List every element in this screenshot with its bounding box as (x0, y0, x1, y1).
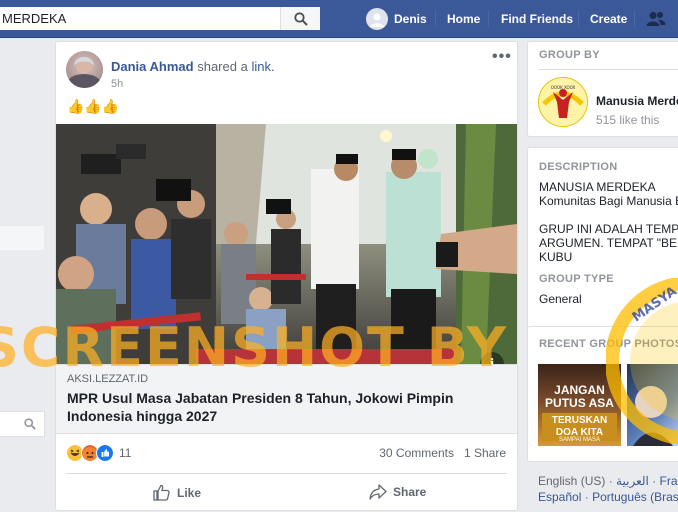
search-icon (24, 418, 36, 430)
language-links: English (US) · العربية · Français Españo… (527, 472, 678, 512)
like-label: Like (177, 485, 202, 500)
left-sidebar-item[interactable] (0, 226, 44, 250)
language-current: English (US) (538, 474, 606, 488)
language-link[interactable]: Español (538, 490, 581, 504)
nav-find-friends-label: Find Friends (501, 11, 573, 26)
language-link[interactable]: Français (660, 474, 678, 488)
language-separator: · (652, 474, 657, 488)
shared-link-link[interactable]: link. (251, 59, 274, 74)
reaction-count: 11 (119, 446, 132, 460)
nav-profile-link[interactable]: Denis (366, 0, 427, 37)
description-line (539, 208, 678, 222)
group-type-value: General (539, 292, 582, 306)
avatar (366, 7, 388, 30)
description-line: KUBU (539, 250, 573, 264)
group-by-card: GROUP BY OOOK XOOX Manusia Merdeka 515 l… (527, 41, 678, 137)
nav-user-name: Denis (394, 11, 427, 26)
description-line: MANUSIA MERDEKA (539, 180, 656, 194)
share-label: Share (393, 485, 427, 499)
friends-icon (646, 11, 666, 26)
group-logo-text: OOOK XOOX (551, 85, 576, 90)
post-text: 👍👍👍 (67, 98, 120, 114)
author-avatar[interactable] (66, 51, 103, 88)
language-separator: · (584, 490, 589, 504)
nav-divider (578, 10, 579, 27)
search-box[interactable]: MERDEKA (0, 7, 320, 30)
reactions-summary[interactable]: 11 (66, 444, 131, 462)
like-button[interactable]: Like (153, 484, 201, 501)
comments-count-link[interactable]: 30 Comments (379, 446, 454, 460)
post-timestamp[interactable]: 5h (111, 78, 123, 90)
friend-requests-button[interactable] (646, 0, 666, 37)
user-silhouette-icon (370, 13, 384, 27)
nav-divider (435, 10, 436, 27)
share-button[interactable]: Share (369, 484, 426, 500)
post-stats: 30 Comments 1 Share (379, 446, 506, 460)
group-by-header: GROUP BY (539, 49, 600, 61)
description-body: MANUSIA MERDEKA Komunitas Bagi Manusia B… (539, 180, 678, 264)
nav-divider (634, 10, 635, 27)
group-logo-image: OOOK XOOX (539, 78, 587, 126)
watermark-seal: MASYA (606, 278, 678, 444)
nav-create-link[interactable]: Create (590, 0, 627, 37)
nav-home-label: Home (447, 11, 481, 26)
post-divider (66, 473, 507, 474)
link-title[interactable]: MPR Usul Masa Jabatan Presiden 8 Tahun, … (67, 389, 487, 425)
top-navigation-bar: MERDEKA Denis Home Find Friends Create (0, 0, 678, 38)
description-line: GRUP INI ADALAH TEMPAT (539, 222, 678, 236)
search-input[interactable]: MERDEKA (2, 11, 66, 26)
language-row: English (US) · العربية · Français (538, 474, 678, 488)
thumbs-up-icon (153, 484, 170, 501)
share-arrow-icon (369, 484, 387, 500)
group-name-link[interactable]: Manusia Merdeka (596, 94, 678, 108)
post-options-button[interactable]: ••• (492, 48, 512, 66)
nav-find-friends-link[interactable]: Find Friends (501, 0, 573, 37)
avatar-photo (67, 57, 101, 88)
description-line: Komunitas Bagi Manusia Bebas (539, 194, 678, 208)
language-separator: · (608, 474, 613, 488)
search-icon (293, 11, 308, 26)
like-reaction-icon (96, 444, 114, 462)
group-likes: 515 like this (596, 113, 660, 127)
nav-home-link[interactable]: Home (447, 0, 480, 37)
watermark-text: SCREENSHOT BY (0, 316, 509, 379)
description-line: ARGUMEN. TEMPAT "BERKUMPUL (539, 236, 678, 250)
language-link[interactable]: العربية (616, 474, 649, 488)
left-sidebar (0, 37, 50, 509)
nav-divider (488, 10, 489, 27)
author-name-link[interactable]: Dania Ahmad (111, 59, 194, 74)
language-row: Español · Português (Brasil) (538, 490, 678, 504)
post-header-text: Dania Ahmad shared a link. (111, 59, 275, 74)
post-action-text: shared a (197, 59, 248, 74)
card-divider (539, 69, 678, 70)
description-header: DESCRIPTION (539, 161, 618, 173)
group-logo[interactable]: OOOK XOOX (538, 77, 588, 127)
search-button[interactable] (280, 7, 320, 30)
shares-count-link[interactable]: 1 Share (464, 446, 506, 460)
group-type-header: GROUP TYPE (539, 273, 614, 285)
language-link[interactable]: Português (Brasil) (592, 490, 678, 504)
left-search-field[interactable] (0, 411, 45, 437)
feed-post: Dania Ahmad shared a link. 5h ••• 👍👍👍 AK… (55, 41, 518, 511)
nav-create-label: Create (590, 11, 628, 26)
